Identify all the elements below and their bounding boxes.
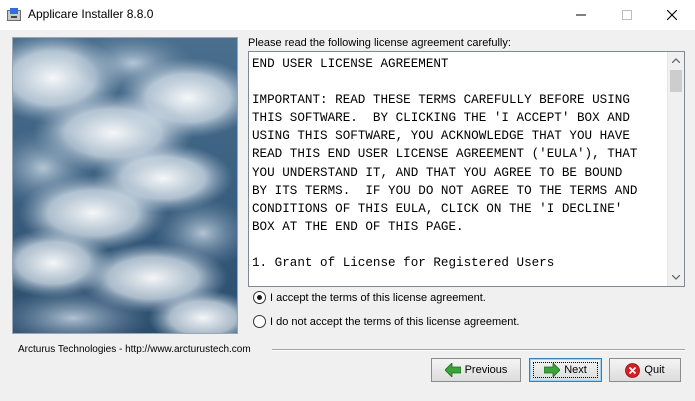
- cloud-sky-illustration: [13, 38, 237, 333]
- arrow-left-icon: [444, 363, 461, 377]
- next-button[interactable]: Next: [529, 358, 602, 382]
- window-title: Applicare Installer 8.8.0: [28, 7, 154, 21]
- company-info: Arcturus Technologies - http://www.arctu…: [18, 344, 251, 355]
- scroll-down-button[interactable]: [668, 269, 684, 286]
- chevron-up-icon: [672, 58, 680, 63]
- close-circle-icon: [625, 362, 641, 378]
- focus-rectangle: [533, 362, 598, 378]
- quit-button[interactable]: Quit: [609, 358, 681, 382]
- maximize-button[interactable]: [604, 0, 650, 30]
- previous-button[interactable]: Previous: [431, 358, 521, 382]
- decline-label: I do not accept the terms of this licens…: [270, 315, 520, 328]
- close-icon: [667, 10, 677, 20]
- close-button[interactable]: [649, 0, 695, 30]
- installer-app-icon: [7, 8, 21, 21]
- accept-radio[interactable]: [253, 291, 266, 304]
- chevron-down-icon: [672, 275, 680, 280]
- scroll-up-button[interactable]: [668, 52, 684, 69]
- license-caption: Please read the following license agreem…: [248, 37, 511, 49]
- scroll-thumb[interactable]: [670, 70, 682, 92]
- minimize-icon: [576, 14, 586, 16]
- quit-label: Quit: [644, 364, 665, 376]
- accept-label: I accept the terms of this license agree…: [270, 291, 486, 304]
- minimize-button[interactable]: [558, 0, 604, 30]
- sidebar-cloud-image: [12, 37, 238, 334]
- accept-option[interactable]: I accept the terms of this license agree…: [253, 291, 486, 304]
- maximize-icon: [622, 10, 632, 20]
- decline-radio[interactable]: [253, 315, 266, 328]
- previous-label: Previous: [464, 364, 508, 376]
- footer-separator: [272, 349, 685, 351]
- license-scrollbar[interactable]: [667, 52, 684, 286]
- license-text: END USER LICENSE AGREEMENT IMPORTANT: RE…: [252, 57, 638, 271]
- decline-option[interactable]: I do not accept the terms of this licens…: [253, 315, 519, 328]
- title-bar[interactable]: Applicare Installer 8.8.0: [0, 0, 695, 30]
- license-textarea[interactable]: END USER LICENSE AGREEMENT IMPORTANT: RE…: [248, 51, 685, 287]
- installer-window: Applicare Installer 8.8.0 Please read th…: [0, 0, 695, 401]
